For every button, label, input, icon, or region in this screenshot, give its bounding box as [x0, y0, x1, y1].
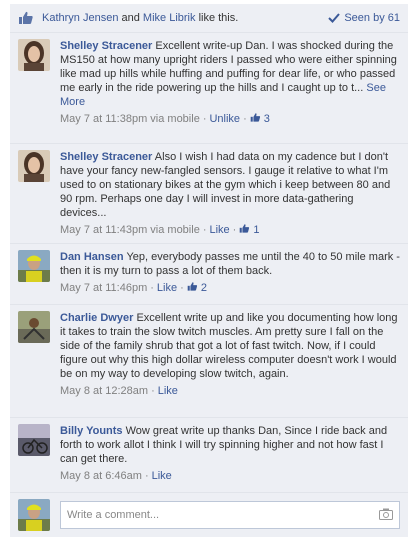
like-count-value: 3: [263, 113, 270, 125]
comment-body: Charlie Dwyer Excellent write up and lik…: [60, 311, 400, 411]
comment-meta: May 7 at 11:43pm via mobile · Like · 1: [60, 223, 400, 237]
liker-link-mike-librik[interactable]: Mike Librik: [143, 12, 196, 24]
comment-body: Shelley Stracener Also I wish I had data…: [60, 150, 400, 237]
meta-separator: ·: [151, 385, 155, 397]
comment-timestamp[interactable]: May 8 at 6:46am: [60, 469, 142, 483]
comment-meta: May 7 at 11:38pm via mobile · Unlike · 3: [60, 112, 400, 126]
meta-separator: ·: [150, 282, 154, 294]
comment-item: Shelley Stracener Excellent write-up Dan…: [10, 33, 408, 144]
comment-body: Billy Younts Wow great write up thanks D…: [60, 424, 400, 486]
comment-author-link[interactable]: Billy Younts: [60, 425, 123, 437]
seen-by-link[interactable]: Seen by 61: [328, 12, 400, 24]
comment-like-count[interactable]: 1: [239, 223, 260, 237]
comment-author-link[interactable]: Dan Hansen: [60, 251, 124, 263]
comment-meta: May 8 at 12:28am · Like: [60, 384, 400, 398]
avatar: [18, 499, 50, 531]
comment-item: Dan Hansen Yep, everybody passes me unti…: [10, 244, 408, 305]
comment-item: Billy Younts Wow great write up thanks D…: [10, 418, 408, 493]
meta-separator: ·: [202, 224, 207, 236]
like-link[interactable]: Like: [152, 469, 172, 483]
like-count-value: 1: [253, 224, 260, 236]
camera-icon[interactable]: [379, 508, 393, 520]
comment-item: Charlie Dwyer Excellent write up and lik…: [10, 305, 408, 418]
avatar[interactable]: [18, 39, 50, 71]
avatar[interactable]: [18, 424, 50, 456]
like-link[interactable]: Like: [158, 384, 178, 398]
comment-input[interactable]: Write a comment...: [60, 501, 400, 529]
meta-separator: ·: [243, 113, 247, 125]
comments-panel: Kathryn Jensen and Mike Librik like this…: [10, 4, 408, 537]
comment-like-count[interactable]: 2: [187, 281, 207, 295]
comment-timestamp[interactable]: May 8 at 12:28am: [60, 384, 148, 398]
comment-like-count[interactable]: 3: [250, 112, 270, 126]
comment-author-link[interactable]: Shelley Stracener: [60, 40, 152, 52]
thumbs-up-icon: [250, 113, 260, 122]
comment-body: Dan Hansen Yep, everybody passes me unti…: [60, 250, 400, 298]
avatar[interactable]: [18, 150, 50, 182]
comment-meta: May 8 at 6:46am · Like: [60, 469, 400, 483]
comment-timestamp[interactable]: May 7 at 11:43pm via mobile: [60, 223, 200, 237]
unlike-link[interactable]: Unlike: [209, 112, 240, 126]
comment-body: Shelley Stracener Excellent write-up Dan…: [60, 39, 400, 137]
likes-summary: Kathryn Jensen and Mike Librik like this…: [42, 12, 328, 24]
comment-item: Shelley Stracener Also I wish I had data…: [10, 144, 408, 244]
meta-separator: ·: [180, 282, 184, 294]
likes-bar: Kathryn Jensen and Mike Librik like this…: [10, 4, 408, 33]
comment-input-placeholder: Write a comment...: [67, 509, 160, 521]
comment-meta: May 7 at 11:46pm · Like · 2: [60, 281, 400, 295]
seen-by-text: Seen by 61: [344, 12, 400, 24]
liker-link-kathryn-jensen[interactable]: Kathryn Jensen: [42, 12, 118, 24]
thumbs-up-icon: [187, 282, 197, 291]
comment-timestamp[interactable]: May 7 at 11:38pm via mobile: [60, 112, 200, 126]
likes-suffix-text: like this.: [198, 12, 239, 24]
meta-separator: ·: [232, 224, 237, 236]
comment-author-link[interactable]: Shelley Stracener: [60, 151, 152, 163]
likes-and-text: and: [121, 12, 140, 24]
write-comment-row: Write a comment...: [10, 493, 408, 537]
comment-author-link[interactable]: Charlie Dwyer: [60, 312, 133, 324]
avatar[interactable]: [18, 311, 50, 343]
avatar[interactable]: [18, 250, 50, 282]
like-link[interactable]: Like: [157, 281, 177, 295]
thumbs-up-icon: [240, 224, 250, 233]
meta-separator: ·: [202, 113, 207, 125]
meta-separator: ·: [144, 470, 149, 482]
like-link[interactable]: Like: [209, 223, 229, 237]
thumbs-up-icon: [19, 11, 33, 24]
comment-timestamp[interactable]: May 7 at 11:46pm: [60, 281, 147, 295]
like-count-value: 2: [200, 282, 207, 294]
check-icon: [328, 13, 341, 23]
